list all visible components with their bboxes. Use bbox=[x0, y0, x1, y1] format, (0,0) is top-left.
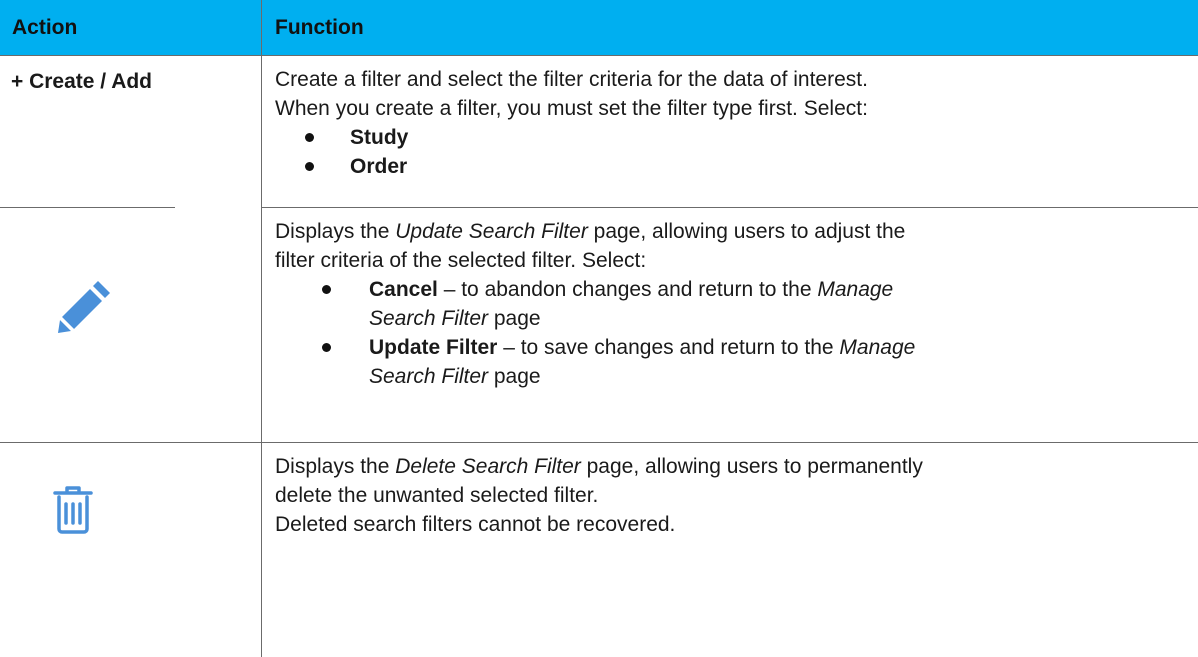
text-segment: page bbox=[488, 307, 541, 330]
bullet-icon bbox=[305, 162, 314, 171]
header-action: Action bbox=[12, 16, 78, 39]
page-name: Delete Search Filter bbox=[395, 455, 581, 478]
function-line: When you create a filter, you must set t… bbox=[275, 97, 868, 120]
list-item: Study bbox=[291, 123, 1198, 152]
delete-function-cell: Displays the Delete Search Filter page, … bbox=[261, 443, 1198, 657]
function-line: filter criteria of the selected filter. … bbox=[275, 249, 647, 272]
function-line: Displays the Update Search Filter page, … bbox=[275, 217, 1198, 246]
header-function: Function bbox=[261, 0, 1198, 55]
update-function-cell: Displays the Update Search Filter page, … bbox=[261, 208, 1198, 442]
option-cancel: Cancel bbox=[369, 278, 438, 301]
text-segment: Displays the bbox=[275, 220, 396, 243]
table-header-row: Action Function bbox=[0, 0, 1198, 56]
text-segment: Displays the bbox=[275, 455, 396, 478]
option-update-filter: Update Filter bbox=[369, 336, 498, 359]
pencil-icon-svg bbox=[58, 281, 110, 333]
table-row-create: + Create / Add Create a filter and selec… bbox=[0, 56, 1198, 208]
page-name: Update Search Filter bbox=[395, 220, 588, 243]
pencil-icon[interactable] bbox=[56, 277, 114, 340]
update-options-list: Cancel – to abandon changes and return t… bbox=[275, 275, 1198, 391]
filter-type-list: Study Order bbox=[275, 123, 1198, 181]
create-function-cell: Create a filter and select the filter cr… bbox=[261, 56, 1198, 207]
list-item: Cancel – to abandon changes and return t… bbox=[322, 275, 1198, 333]
text-segment: – to abandon changes and return to the bbox=[437, 278, 818, 301]
table-row-delete: Displays the Delete Search Filter page, … bbox=[0, 443, 1198, 657]
page-name: Search Filter bbox=[369, 365, 489, 388]
update-action-cell bbox=[0, 208, 261, 442]
create-add-action: + Create / Add bbox=[11, 70, 153, 93]
function-line: Create a filter and select the filter cr… bbox=[275, 68, 868, 91]
text-segment: page bbox=[488, 365, 541, 388]
list-item: Update Filter – to save changes and retu… bbox=[322, 333, 1198, 391]
action-function-table: Action Function + Create / Add Create a … bbox=[0, 0, 1198, 657]
bullet-icon bbox=[305, 133, 314, 142]
trash-icon-svg bbox=[53, 486, 93, 534]
page-name: Search Filter bbox=[369, 307, 489, 330]
bullet-icon bbox=[322, 343, 331, 352]
list-item: Order bbox=[291, 152, 1198, 181]
function-line: Displays the Delete Search Filter page, … bbox=[275, 452, 1198, 481]
page-name: Manage bbox=[817, 278, 894, 301]
text-segment: page, allowing users to permanently bbox=[580, 455, 923, 478]
delete-action-cell bbox=[0, 443, 261, 657]
function-line: Deleted search filters cannot be recover… bbox=[275, 513, 676, 536]
bullet-icon bbox=[322, 285, 331, 294]
function-line: delete the unwanted selected filter. bbox=[275, 484, 599, 507]
text-segment: page, allowing users to adjust the bbox=[587, 220, 906, 243]
page-name: Manage bbox=[839, 336, 916, 359]
text-segment: – to save changes and return to the bbox=[497, 336, 840, 359]
table-row-update: Displays the Update Search Filter page, … bbox=[0, 208, 1198, 443]
trash-icon[interactable] bbox=[53, 485, 93, 540]
filter-type-order: Order bbox=[350, 155, 408, 178]
filter-type-study: Study bbox=[350, 126, 409, 149]
